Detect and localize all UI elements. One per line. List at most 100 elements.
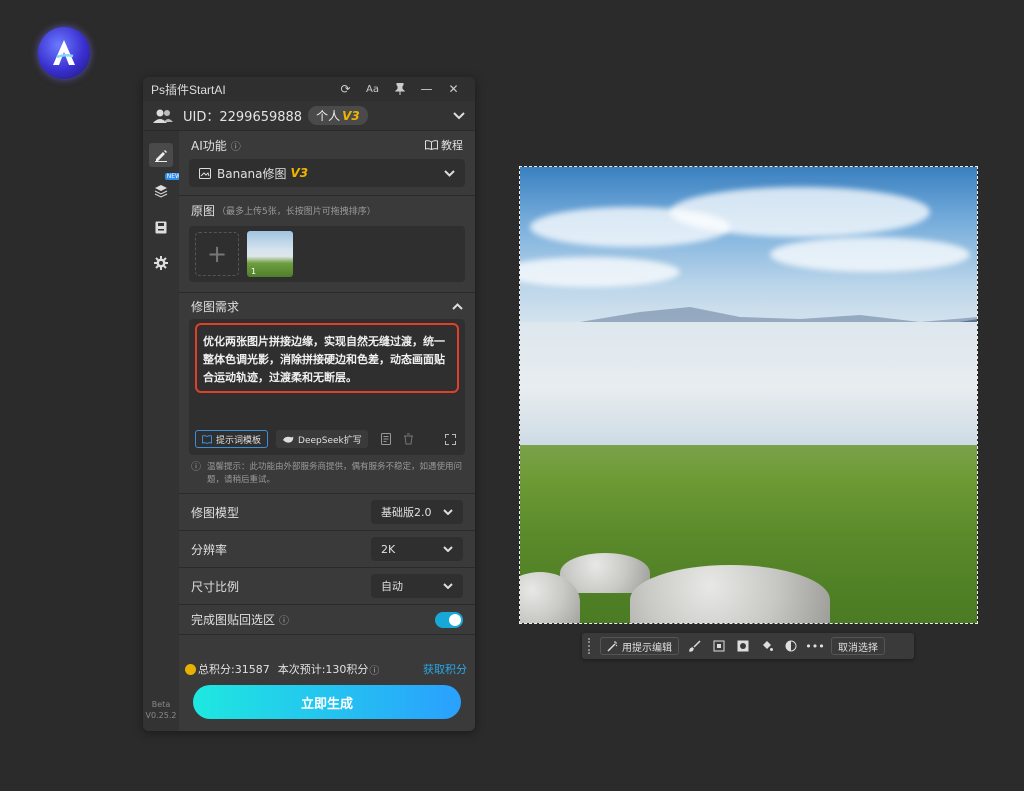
transform-icon[interactable]: [711, 638, 727, 654]
edit-with-prompt-button[interactable]: 用提示编辑: [600, 637, 679, 655]
model-value: 基础版2.0: [381, 506, 432, 519]
resolution-label: 分辨率: [191, 542, 228, 557]
add-image-button[interactable]: +: [195, 232, 239, 276]
sidebar-item-save[interactable]: [149, 215, 173, 239]
trash-icon[interactable]: [402, 432, 416, 446]
version-label: V0.25.2: [145, 711, 177, 720]
prompt-container: 优化两张图片拼接边缘，实现自然无缝过渡，统一整体色调光影，消除拼接硬边和色差，动…: [189, 319, 465, 455]
fog-layer: [520, 322, 977, 452]
gear-icon: [154, 256, 168, 270]
info-icon[interactable]: ⓘ: [279, 612, 289, 627]
coin-icon: [185, 663, 196, 675]
notice: ⓘ 温馨提示：此功能由外部服务商提供，偶有服务不稳定，如遇使用问题，请稍后重试。: [179, 455, 475, 493]
deselect-button[interactable]: 取消选择: [831, 637, 885, 655]
generate-button[interactable]: 立即生成: [193, 685, 461, 719]
plan-version: V3: [342, 109, 360, 123]
tutorial-link[interactable]: 教程: [425, 137, 463, 153]
users-icon: [153, 109, 173, 123]
mask-icon[interactable]: [735, 638, 751, 654]
image-icon: [199, 167, 211, 179]
chevron-down-icon: [443, 583, 453, 589]
adjust-icon[interactable]: [783, 638, 799, 654]
fill-icon[interactable]: [759, 638, 775, 654]
points-row: 总积分:31587 本次预计:130积分 ⓘ 获取积分: [185, 661, 467, 677]
version-info: Beta V0.25.2: [143, 699, 179, 721]
source-image-hint: （最多上传5张，长按图片可拖拽排序）: [217, 206, 376, 217]
plan-badge: 个人 V3: [308, 106, 368, 125]
close-icon[interactable]: ✕: [440, 77, 467, 101]
paste-back-label: 完成图贴回选区: [191, 613, 276, 627]
uid-bar[interactable]: UID：2299659888 个人 V3: [143, 101, 475, 131]
total-points: 总积分:31587: [198, 663, 270, 676]
drag-handle[interactable]: [588, 638, 592, 654]
chevron-up-icon[interactable]: [452, 302, 463, 310]
paste-back-row: 完成图贴回选区 ⓘ: [179, 605, 475, 635]
chevron-down-icon[interactable]: [453, 111, 465, 120]
deepseek-expand-button[interactable]: DeepSeek扩写: [276, 430, 368, 448]
ai-function-select[interactable]: Banana修图 V3: [189, 159, 465, 187]
sidebar-item-edit[interactable]: [149, 143, 173, 167]
pin-icon[interactable]: [386, 77, 413, 101]
ratio-select[interactable]: 自动: [371, 574, 463, 598]
resolution-row: 分辨率 2K: [179, 531, 475, 568]
prompt-textarea[interactable]: 优化两张图片拼接边缘，实现自然无缝过渡，统一整体色调光影，消除拼接硬边和色差，动…: [195, 323, 459, 393]
magic-wand-icon: [607, 640, 618, 652]
main-content: AI功能 ⓘ 教程 Banana修图 V3 原图 （最多上传5张，长按图片可拖拽…: [179, 131, 475, 731]
info-icon[interactable]: ⓘ: [369, 662, 379, 677]
deepseek-expand-label: DeepSeek扩写: [298, 435, 362, 446]
source-image-label: 原图: [191, 203, 216, 218]
info-icon: ⓘ: [191, 462, 201, 473]
panel-titlebar: Ps插件StartAI ⟳ Aa — ✕: [143, 77, 475, 101]
plan-label: 个人: [316, 109, 341, 123]
get-points-link[interactable]: 获取积分: [423, 661, 467, 677]
ai-function-value: Banana修图: [217, 166, 287, 181]
canvas-selection[interactable]: [519, 166, 978, 624]
chevron-down-icon: [443, 509, 453, 515]
panel-title: Ps插件StartAI: [151, 82, 226, 97]
model-select[interactable]: 基础版2.0: [371, 500, 463, 524]
sidebar: NEW Beta V0.25.2: [143, 131, 183, 731]
layers-icon: [154, 185, 168, 198]
ratio-value: 自动: [381, 580, 403, 593]
more-icon[interactable]: •••: [805, 638, 824, 654]
beta-label: Beta: [151, 700, 171, 709]
startai-logo-icon: [53, 40, 75, 65]
sidebar-item-settings[interactable]: [149, 251, 173, 275]
model-label: 修图模型: [191, 505, 240, 520]
fullscreen-icon[interactable]: [443, 432, 457, 446]
ai-function-version: V3: [290, 166, 309, 180]
prompt-tools: 提示词模板 DeepSeek扩写: [195, 429, 457, 449]
brush-icon[interactable]: [687, 638, 703, 654]
chevron-down-icon: [443, 546, 453, 552]
thumbnail-index: 1: [251, 267, 257, 276]
resolution-select[interactable]: 2K: [371, 537, 463, 561]
resolution-value: 2K: [381, 542, 396, 556]
sidebar-item-layers[interactable]: NEW: [149, 173, 183, 203]
book-icon: [425, 140, 438, 150]
startai-logo[interactable]: [38, 27, 90, 79]
edit-request-label: 修图需求: [191, 299, 240, 314]
book-icon: [202, 434, 212, 444]
save-icon: [155, 221, 167, 233]
chevron-down-icon: [444, 169, 455, 177]
info-icon[interactable]: ⓘ: [231, 138, 241, 153]
upload-area: + 1: [189, 226, 465, 282]
floating-toolbar: 用提示编辑 ••• 取消选择: [582, 633, 914, 659]
refresh-icon[interactable]: ⟳: [332, 77, 359, 101]
model-row: 修图模型 基础版2.0: [179, 494, 475, 531]
whale-icon: [283, 435, 294, 443]
uid-text: UID：2299659888: [183, 110, 303, 125]
plugin-panel: Ps插件StartAI ⟳ Aa — ✕ UID：2299659888 个人 V3…: [143, 77, 475, 731]
pencil-icon: [155, 150, 167, 162]
image-thumbnail[interactable]: 1: [247, 231, 293, 277]
edit-with-prompt-label: 用提示编辑: [622, 642, 672, 654]
prompt-template-button[interactable]: 提示词模板: [195, 430, 269, 448]
prompt-template-label: 提示词模板: [216, 435, 262, 446]
estimated-cost: 本次预计:130积分: [277, 663, 369, 676]
history-icon[interactable]: [380, 432, 394, 446]
font-size-icon[interactable]: Aa: [359, 77, 386, 101]
ratio-label: 尺寸比例: [191, 579, 240, 594]
paste-back-toggle[interactable]: [435, 611, 463, 628]
ai-function-label: AI功能: [191, 138, 227, 153]
minimize-icon[interactable]: —: [413, 77, 440, 101]
